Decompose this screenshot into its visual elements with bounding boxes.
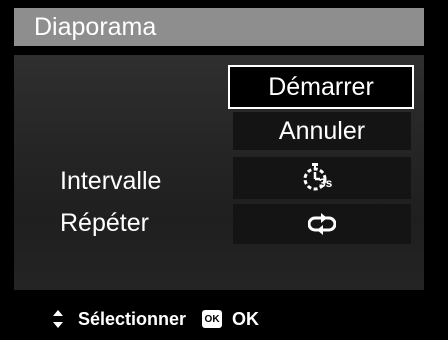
repeat-button[interactable]	[233, 204, 411, 244]
repeat-label: Répéter	[60, 209, 149, 237]
interval-button[interactable]: 3s	[233, 157, 411, 199]
title-bar: Diaporama	[14, 8, 424, 46]
select-hint-label: Sélectionner	[78, 308, 187, 329]
ok-hint-label: OK	[232, 308, 260, 329]
cancel-button-label: Annuler	[278, 116, 366, 145]
timer-icon: 3s	[303, 162, 341, 194]
start-button-label: Démarrer	[268, 72, 374, 101]
ok-button-icon: OK	[202, 310, 223, 328]
cancel-button[interactable]: Annuler	[233, 112, 411, 150]
slideshow-screen: Diaporama Démarrer Annuler Intervalle 3s…	[0, 0, 448, 340]
interval-label: Intervalle	[60, 167, 162, 195]
start-button[interactable]: Démarrer	[228, 65, 414, 109]
page-title: Diaporama	[34, 12, 157, 41]
up-down-arrows-icon	[53, 310, 63, 328]
repeat-icon	[308, 213, 336, 235]
interval-value: 3s	[319, 176, 333, 190]
footer-hint-bar: Sélectionner OK OK	[0, 298, 448, 340]
